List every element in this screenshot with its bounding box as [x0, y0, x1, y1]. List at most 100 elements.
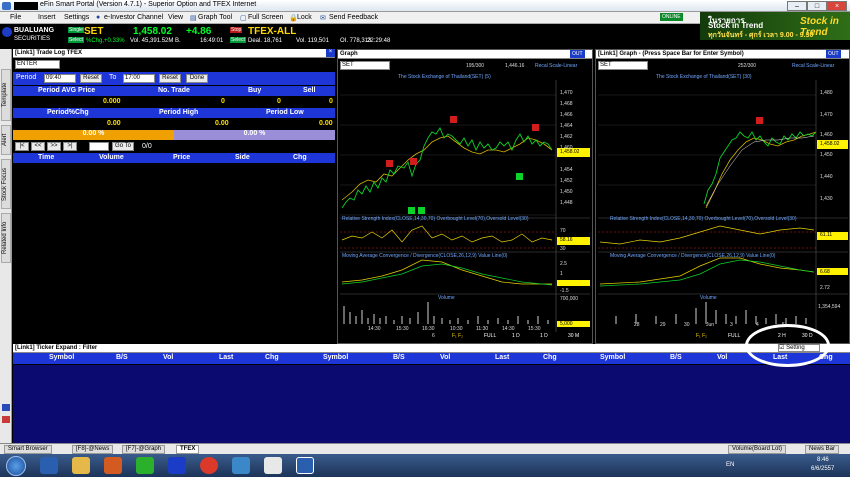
single-chip[interactable]: Single	[68, 27, 84, 33]
ticker-col-symbol[interactable]: Symbol	[600, 354, 625, 361]
skype-icon[interactable]	[232, 457, 250, 474]
tab-template[interactable]: Template	[1, 69, 11, 121]
explorer-icon[interactable]	[72, 457, 90, 474]
menu-lock[interactable]: Lock	[297, 14, 312, 21]
nav-prev-button[interactable]: <<	[31, 142, 45, 151]
ticker-col-vol[interactable]: Vol	[717, 354, 727, 361]
graph1-scale-label[interactable]: Recal Scale-Linear	[535, 63, 577, 69]
g1-zoom-icon[interactable]: F₁ F₂	[452, 333, 463, 339]
g1-full-button[interactable]: FULL	[484, 333, 496, 339]
menu-graph-tool[interactable]: Graph Tool	[198, 14, 232, 21]
ad-line3: ทุกวันจันทร์ - ศุกร์ เวลา 9.00 - 9.30	[708, 32, 814, 39]
period-from-input[interactable]: 09:40	[44, 74, 76, 83]
nav-first-button[interactable]: |<	[15, 142, 29, 151]
trade-log-symbol-input[interactable]: ENTER	[15, 60, 60, 69]
tab-stock-focus[interactable]: Stock Focus	[1, 159, 11, 209]
period-to-input[interactable]: 17:00	[123, 74, 155, 83]
nav-last-button[interactable]: >|	[63, 142, 77, 151]
tab-alert[interactable]: Alert	[1, 125, 11, 155]
close-button[interactable]: ×	[827, 1, 847, 11]
goto-input[interactable]	[89, 142, 109, 151]
g2-zoom-icon[interactable]: F₁ F₂	[696, 333, 707, 339]
pct-bar-right: 0.00 %	[174, 130, 335, 140]
broker-logo-icon	[2, 27, 12, 37]
maximize-button[interactable]: □	[807, 1, 827, 11]
line-icon[interactable]	[136, 457, 154, 474]
tfex-select-chip[interactable]: Select	[230, 37, 246, 43]
ticker-col-last[interactable]: Last	[219, 354, 233, 361]
g1-interval-button[interactable]: 30 M	[568, 333, 579, 339]
ticker-col-symbol[interactable]: Symbol	[49, 354, 74, 361]
nav-next-button[interactable]: >>	[47, 142, 61, 151]
val-period-high: 0.00	[215, 120, 229, 127]
ticker-col-chg[interactable]: Chg	[265, 354, 279, 361]
goto-button[interactable]: Go To	[112, 142, 134, 151]
graph1-out-button[interactable]: OUT	[570, 50, 585, 58]
save-icon[interactable]	[2, 404, 10, 411]
ticker-col-last[interactable]: Last	[495, 354, 509, 361]
tab-news[interactable]: [F8]-@News	[72, 445, 114, 454]
col-volume[interactable]: Volume	[99, 154, 124, 161]
efin-icon[interactable]	[168, 457, 186, 474]
g1-macd-tick: 2.5	[560, 261, 567, 267]
select-chip[interactable]: Select	[68, 37, 84, 43]
ticker-col-chg[interactable]: Chg	[543, 354, 557, 361]
done-button[interactable]: Done	[186, 74, 208, 83]
start-button-icon[interactable]	[6, 456, 26, 476]
delete-icon[interactable]	[2, 416, 10, 423]
g2-vol-val: 1,354,594	[818, 304, 841, 310]
paint-icon[interactable]	[264, 457, 282, 474]
ticker-col-bs[interactable]: B/S	[670, 354, 682, 361]
ticker-list[interactable]	[13, 365, 850, 443]
pct-bar-row: 0.00 % 0.00 %	[13, 130, 335, 140]
ie-icon[interactable]	[40, 457, 58, 474]
highlight-circle	[745, 324, 830, 367]
tab-smart-browser[interactable]: Smart Browser	[4, 445, 52, 454]
ad-banner[interactable]: ในรายการ Stock in Trend ทุกวันจันทร์ - ศ…	[700, 12, 850, 40]
tab-tfex[interactable]: TFEX	[176, 445, 200, 454]
menu-file[interactable]: File	[10, 14, 21, 21]
hdr-period-chg: Period%Chg	[47, 109, 89, 116]
g1-period-button[interactable]: 1 D	[512, 333, 520, 339]
chrome-icon[interactable]	[200, 457, 218, 474]
graph2-symbol-input[interactable]: SET	[598, 61, 648, 70]
menu-full-screen[interactable]: Full Screen	[248, 14, 283, 21]
g1-macd-tick: 1	[560, 271, 563, 277]
menu-send-feedback[interactable]: Send Feedback	[329, 14, 378, 21]
tab-related-info[interactable]: Related Info	[1, 213, 11, 263]
menu-insert[interactable]: Insert	[38, 14, 56, 21]
ticker-col-bs[interactable]: B/S	[116, 354, 128, 361]
minimize-button[interactable]: –	[787, 1, 807, 11]
news-bar-toggle[interactable]: News Bar	[805, 445, 840, 454]
board-lot-toggle[interactable]: Volume(Board Lot)	[728, 445, 787, 454]
media-player-icon[interactable]	[104, 457, 122, 474]
g2-full-button[interactable]: FULL	[728, 333, 740, 339]
word-icon[interactable]	[296, 457, 314, 474]
reset-from-button[interactable]: Reset	[80, 74, 102, 83]
reset-to-button[interactable]: Reset	[159, 74, 181, 83]
col-chg[interactable]: Chg	[293, 154, 307, 161]
ticker-col-vol[interactable]: Vol	[440, 354, 450, 361]
ticker-col-vol[interactable]: Vol	[163, 354, 173, 361]
language-indicator[interactable]: EN	[726, 462, 734, 468]
menu-einvestor[interactable]: e-Investor Channel	[104, 14, 163, 21]
graph2-out-button[interactable]: OUT	[826, 50, 841, 58]
col-side[interactable]: Side	[235, 154, 250, 161]
graph2-canvas[interactable]	[596, 80, 849, 335]
graph1-symbol-input[interactable]: SET	[340, 61, 390, 70]
g2-xtick: 28	[634, 322, 640, 328]
menu-settings[interactable]: Settings	[64, 14, 89, 21]
trade-log-close-icon[interactable]: ×	[326, 49, 335, 57]
g1-period2-button[interactable]: 1 D	[540, 333, 548, 339]
col-price[interactable]: Price	[173, 154, 190, 161]
ticker-col-symbol[interactable]: Symbol	[323, 354, 348, 361]
tab-graph[interactable]: [F7]-@Graph	[122, 445, 166, 454]
g1-xtick: 14:30	[368, 326, 381, 332]
graph-panel-2: [Link1] Graph - (Press Space Bar for Ent…	[595, 49, 850, 344]
ticker-col-bs[interactable]: B/S	[393, 354, 405, 361]
stop-chip[interactable]: Stop	[230, 27, 243, 33]
col-time[interactable]: Time	[38, 154, 54, 161]
graph1-canvas[interactable]	[338, 80, 592, 335]
graph2-scale-label[interactable]: Recal Scale-Linear	[792, 63, 834, 69]
menu-view[interactable]: View	[168, 14, 183, 21]
